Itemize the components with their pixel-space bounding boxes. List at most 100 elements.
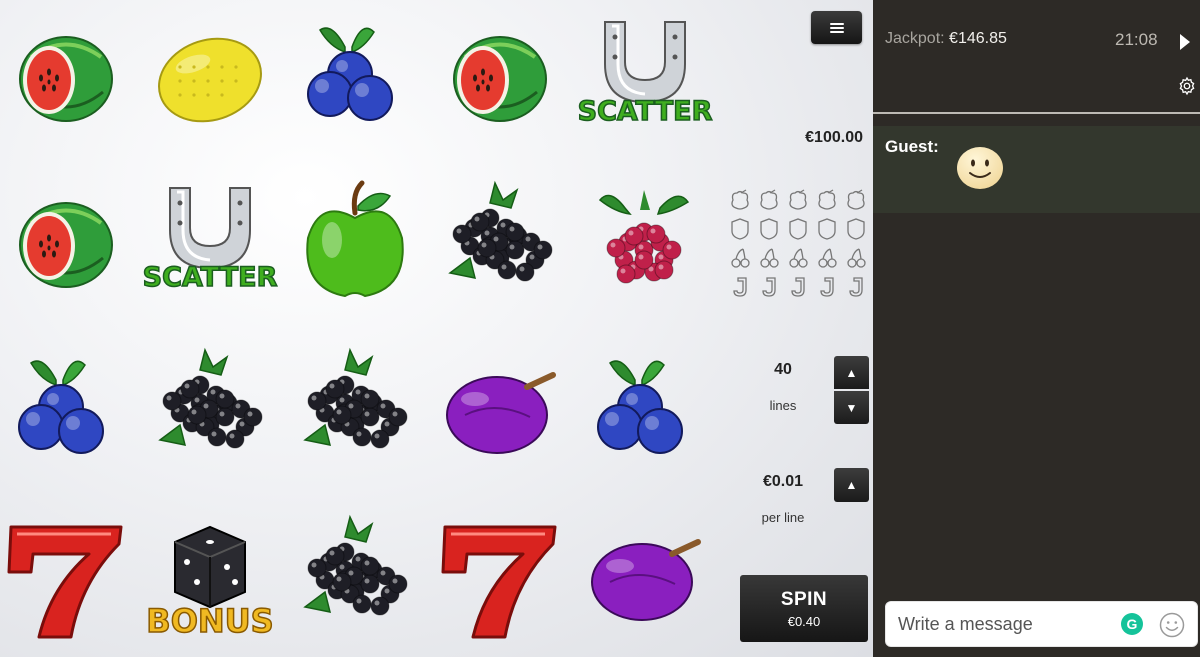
- shield-outline-icon: [818, 217, 836, 240]
- emoji-picker-icon[interactable]: [1159, 612, 1185, 638]
- blueberries-symbol: [580, 345, 710, 475]
- paytable-preview: [728, 185, 870, 301]
- apple-symbol: [290, 178, 420, 308]
- balance-value: €100.00: [805, 129, 863, 146]
- arrow-up-icon: ▲: [845, 365, 858, 380]
- j-outline-icon: [849, 276, 863, 297]
- seven-symbol: [435, 512, 565, 642]
- scatter-symbol: SCATTER: [577, 12, 713, 142]
- jackpot-label: Jackpot:: [885, 30, 945, 47]
- paytable-row: [728, 272, 870, 301]
- header-divider: [873, 112, 1200, 114]
- watermelon-icon: [19, 202, 113, 288]
- blackberries-icon: [303, 347, 408, 449]
- shield-outline-icon: [847, 217, 865, 240]
- j-outline-icon: [733, 276, 747, 297]
- blackberries-symbol: [290, 345, 420, 475]
- spin-label: SPIN: [780, 588, 828, 610]
- apple-icon: [306, 180, 404, 298]
- chat-message: Guest:: [873, 126, 1200, 213]
- scatter-icon: SCATTER: [142, 187, 278, 294]
- blueberries-icon: [597, 360, 683, 454]
- plum-symbol: [580, 512, 710, 642]
- paytable-row: [728, 214, 870, 243]
- raspberry-outline-icon: [789, 188, 807, 210]
- message-composer: G: [885, 601, 1198, 647]
- slot-game-area: SCATTER BONUS SCATTER €100.00 40 lines ▲…: [0, 0, 873, 657]
- grammarly-icon[interactable]: G: [1121, 613, 1143, 635]
- jackpot-display: Jackpot: €146.85: [885, 30, 1007, 48]
- seven-icon: [441, 525, 557, 639]
- arrow-up-icon: ▲: [845, 478, 858, 492]
- jackpot-value: €146.85: [949, 30, 1007, 47]
- lemon-icon: [158, 37, 262, 123]
- scatter-label: SCATTER: [578, 96, 713, 127]
- play-icon[interactable]: [1180, 34, 1190, 50]
- lines-up-button[interactable]: ▲: [834, 356, 869, 389]
- watermelon-symbol: [435, 12, 565, 142]
- blackberries-icon: [448, 180, 553, 282]
- raspberry-outline-icon: [760, 188, 778, 210]
- chat-sidebar: Jackpot: €146.85 21:08 Guest: G: [873, 0, 1200, 657]
- cherries-outline-icon: [818, 247, 837, 268]
- bet-per-line-value: €0.01: [762, 473, 804, 490]
- seven-symbol: [1, 512, 131, 642]
- raspberry-outline-icon: [731, 188, 749, 210]
- chat-username: Guest:: [885, 137, 939, 156]
- bet-per-line-label: per line: [761, 510, 805, 525]
- scatter-label: SCATTER: [143, 262, 278, 293]
- bonus-label: BONUS: [146, 602, 273, 640]
- cherries-outline-icon: [731, 247, 750, 268]
- watermelon-symbol: [1, 178, 131, 308]
- shield-outline-icon: [760, 217, 778, 240]
- blueberries-icon: [18, 360, 104, 454]
- message-input[interactable]: [898, 602, 1108, 646]
- watermelon-symbol: [1, 12, 131, 142]
- lemon-symbol: [145, 12, 275, 142]
- blueberries-icon: [307, 27, 393, 121]
- seven-icon: [7, 525, 123, 639]
- scatter-icon: SCATTER: [577, 21, 713, 128]
- arrow-down-icon: ▼: [845, 400, 858, 415]
- cherries-outline-icon: [760, 247, 779, 268]
- lines-value: 40: [774, 361, 792, 378]
- bonus-symbol: BONUS: [145, 512, 275, 642]
- blackberries-symbol: [145, 345, 275, 475]
- plum-icon: [591, 539, 701, 621]
- plum-icon: [446, 372, 556, 454]
- watermelon-icon: [19, 36, 113, 122]
- blueberries-symbol: [1, 345, 131, 475]
- j-outline-icon: [791, 276, 805, 297]
- j-outline-icon: [820, 276, 834, 297]
- shield-outline-icon: [731, 217, 749, 240]
- bonus-icon: BONUS: [146, 525, 274, 641]
- watermelon-icon: [453, 36, 547, 122]
- j-outline-icon: [762, 276, 776, 297]
- blackberries-symbol: [435, 178, 565, 308]
- raspberry-symbol: [580, 178, 710, 308]
- plum-symbol: [435, 345, 565, 475]
- raspberry-icon: [598, 190, 690, 284]
- paytable-row: [728, 243, 870, 272]
- menu-button[interactable]: [811, 11, 862, 44]
- raspberry-outline-icon: [818, 188, 836, 210]
- shield-outline-icon: [789, 217, 807, 240]
- raspberry-outline-icon: [847, 188, 865, 210]
- clock: 21:08: [1115, 30, 1158, 49]
- spin-amount: €0.40: [787, 613, 821, 629]
- paytable-row: [728, 185, 870, 214]
- lines-down-button[interactable]: ▼: [834, 391, 869, 424]
- spin-button[interactable]: SPIN €0.40: [740, 575, 868, 642]
- blackberries-icon: [158, 347, 263, 449]
- cherries-outline-icon: [789, 247, 808, 268]
- lines-label: lines: [769, 398, 797, 413]
- smiley-emoji-icon: [957, 147, 1003, 189]
- blackberries-icon: [303, 514, 408, 616]
- gear-icon[interactable]: [1177, 76, 1197, 96]
- bet-up-button[interactable]: ▲: [834, 468, 869, 502]
- hamburger-icon: [829, 22, 844, 33]
- scatter-symbol: SCATTER: [142, 178, 278, 308]
- blackberries-symbol: [290, 512, 420, 642]
- cherries-outline-icon: [847, 247, 866, 268]
- blueberries-symbol: [290, 12, 420, 142]
